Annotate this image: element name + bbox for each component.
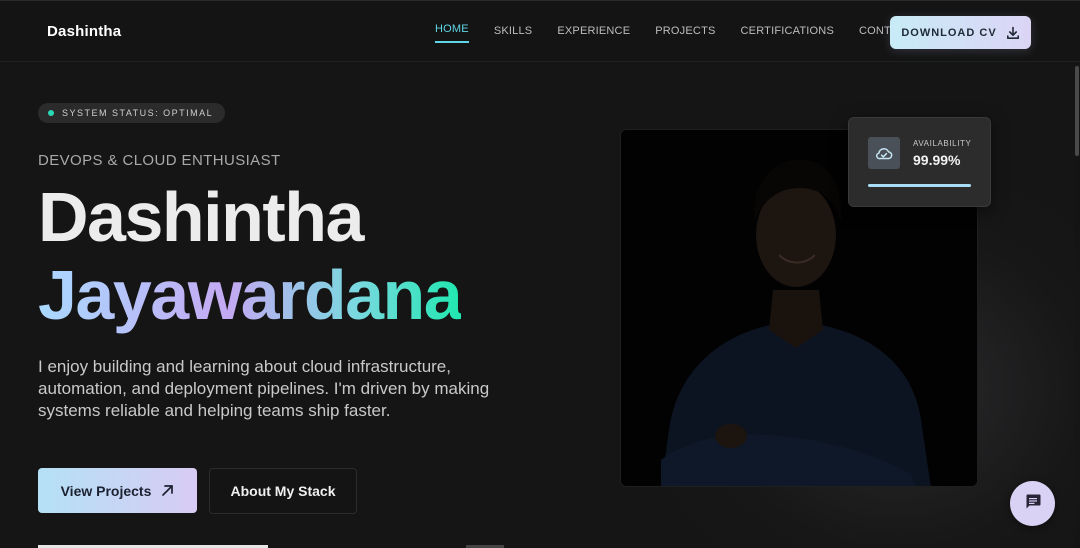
hero-bio: I enjoy building and learning about clou…	[38, 357, 490, 420]
availability-value: 99.99%	[913, 152, 961, 168]
availability-card: AVAILABILITY 99.99%	[848, 117, 991, 207]
nav-link-experience[interactable]: EXPERIENCE	[557, 25, 630, 43]
site-logo[interactable]: Dashintha	[47, 23, 121, 40]
availability-bar-fill	[868, 184, 971, 187]
availability-bar	[868, 184, 971, 187]
nav-link-certifications[interactable]: CERTIFICATIONS	[741, 25, 834, 43]
nav-link-home[interactable]: HOME	[435, 23, 469, 43]
nav-link-skills[interactable]: SKILLS	[494, 25, 533, 43]
nav-links: HOME SKILLS EXPERIENCE PROJECTS CERTIFIC…	[435, 23, 938, 43]
hero-eyebrow: DEVOPS & CLOUD ENTHUSIAST	[38, 152, 281, 169]
download-cv-button[interactable]: DOWNLOAD CV	[890, 16, 1031, 49]
availability-label: AVAILABILITY	[913, 139, 972, 148]
hero-first-name: Dashintha	[38, 178, 364, 256]
chat-icon	[1024, 492, 1042, 515]
nav-link-projects[interactable]: PROJECTS	[655, 25, 715, 43]
status-badge: SYSTEM STATUS: OPTIMAL	[38, 103, 226, 123]
cloud-check-icon	[868, 137, 900, 169]
hero-last-name: Jayawardana	[38, 256, 463, 334]
view-projects-button[interactable]: View Projects	[38, 468, 197, 513]
chat-button[interactable]	[1010, 481, 1055, 526]
about-my-stack-button[interactable]: About My Stack	[209, 468, 357, 514]
status-dot	[48, 110, 54, 116]
download-cv-label: DOWNLOAD CV	[901, 26, 997, 39]
scrollbar-thumb[interactable]	[1075, 66, 1079, 156]
navbar: Dashintha HOME SKILLS EXPERIENCE PROJECT…	[0, 0, 1080, 62]
status-text: SYSTEM STATUS: OPTIMAL	[62, 108, 214, 118]
download-icon	[1006, 26, 1020, 40]
view-projects-label: View Projects	[60, 482, 152, 499]
arrow-up-right-icon	[161, 484, 174, 497]
